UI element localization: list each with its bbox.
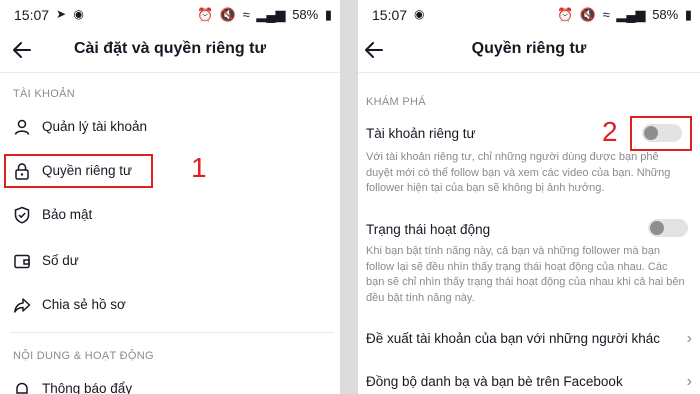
status-time: 15:07 [372, 7, 408, 23]
status-time: 15:07 [14, 7, 50, 23]
activity-status-label: Trạng thái hoạt động [366, 222, 491, 237]
messenger-icon: ◉ [73, 7, 86, 21]
shield-icon [14, 206, 30, 224]
top-bar: Quyền riêng tư [358, 30, 700, 72]
private-account-description: Với tài khoản riêng tư, chỉ những người … [366, 151, 671, 194]
system-icons: ⏰ 🔇 ≈ ▂▄▆ 58% ▮ [194, 7, 332, 23]
signal-icon: ▂▄▆ [616, 7, 646, 22]
wallet-icon [14, 254, 30, 269]
panel-divider [340, 0, 358, 394]
notification-icons: ➤ ◉ [56, 7, 86, 21]
sync-contacts-label: Đồng bộ danh bạ và bạn bè trên Facebook [366, 374, 623, 389]
menu-item-manage-account[interactable]: Quản lý tài khoản [0, 110, 340, 144]
menu-item-security[interactable]: Bảo mật [0, 198, 340, 232]
menu-item-label: Quản lý tài khoản [42, 119, 148, 134]
wifi-icon: ≈ [602, 7, 610, 22]
privacy-screen: 15:07 ◉ ⏰ 🔇 ≈ ▂▄▆ 58% ▮ Quyền riêng tư K… [358, 0, 700, 394]
mute-icon: 🔇 [219, 7, 236, 22]
divider [358, 72, 700, 73]
suggest-account-row[interactable]: Đề xuất tài khoản của bạn với những ngườ… [358, 322, 700, 356]
menu-item-share-profile[interactable]: Chia sẻ hồ sơ [0, 288, 340, 322]
menu-item-label: Bảo mật [42, 207, 93, 222]
suggest-account-label: Đề xuất tài khoản của bạn với những ngườ… [366, 331, 660, 346]
telegram-icon: ➤ [56, 7, 69, 21]
system-icons: ⏰ 🔇 ≈ ▂▄▆ 58% ▮ [554, 7, 692, 23]
messenger-icon: ◉ [414, 7, 427, 21]
private-account-label: Tài khoản riêng tư [366, 126, 476, 141]
battery-text: 58% [292, 7, 319, 22]
menu-item-push-notifications[interactable]: Thông báo đẩy [0, 372, 340, 394]
toggle-knob [650, 221, 664, 235]
chevron-right-icon: › [686, 330, 692, 347]
highlight-box-toggle [630, 116, 692, 151]
alarm-icon: ⏰ [556, 7, 574, 22]
menu-item-balance[interactable]: Số dư [0, 244, 340, 278]
battery-text: 58% [652, 7, 679, 22]
page-title: Cài đặt và quyền riêng tư [73, 40, 267, 57]
menu-item-label: Số dư [42, 253, 79, 268]
notification-icons: ◉ [414, 7, 426, 21]
chevron-right-icon: › [686, 373, 692, 390]
divider [10, 332, 334, 333]
page-title: Quyền riêng tư [471, 40, 587, 57]
bell-icon [16, 382, 28, 394]
section-discover: KHÁM PHÁ [366, 96, 426, 108]
activity-status-toggle[interactable] [648, 219, 688, 237]
top-bar: Cài đặt và quyền riêng tư [0, 30, 340, 72]
section-content-activity: NỘI DUNG & HOẠT ĐỘNG [13, 350, 154, 362]
menu-item-label: Chia sẻ hồ sơ [42, 297, 126, 312]
alarm-icon: ⏰ [196, 7, 214, 22]
status-bar: 15:07 ➤ ◉ ⏰ 🔇 ≈ ▂▄▆ 58% ▮ [0, 0, 340, 30]
highlight-box-privacy [4, 154, 153, 188]
battery-icon: ▮ [684, 7, 692, 22]
step-number-2: 2 [602, 116, 618, 147]
section-account: TÀI KHOẢN [13, 88, 75, 100]
status-bar: 15:07 ◉ ⏰ 🔇 ≈ ▂▄▆ 58% ▮ [358, 0, 700, 30]
wifi-icon: ≈ [242, 7, 250, 22]
activity-status-description: Khi bạn bật tính năng này, cả bạn và nhữ… [366, 245, 685, 304]
battery-icon: ▮ [324, 7, 332, 22]
mute-icon: 🔇 [579, 7, 596, 22]
menu-item-label: Thông báo đẩy [42, 381, 133, 394]
signal-icon: ▂▄▆ [256, 7, 286, 22]
person-icon [14, 119, 30, 135]
sync-contacts-row[interactable]: Đồng bộ danh bạ và bạn bè trên Facebook … [358, 366, 700, 394]
divider [0, 72, 340, 73]
step-number-1: 1 [191, 152, 207, 183]
share-icon [14, 298, 31, 313]
settings-privacy-screen: 15:07 ➤ ◉ ⏰ 🔇 ≈ ▂▄▆ 58% ▮ Cài đặt và quy… [0, 0, 340, 394]
